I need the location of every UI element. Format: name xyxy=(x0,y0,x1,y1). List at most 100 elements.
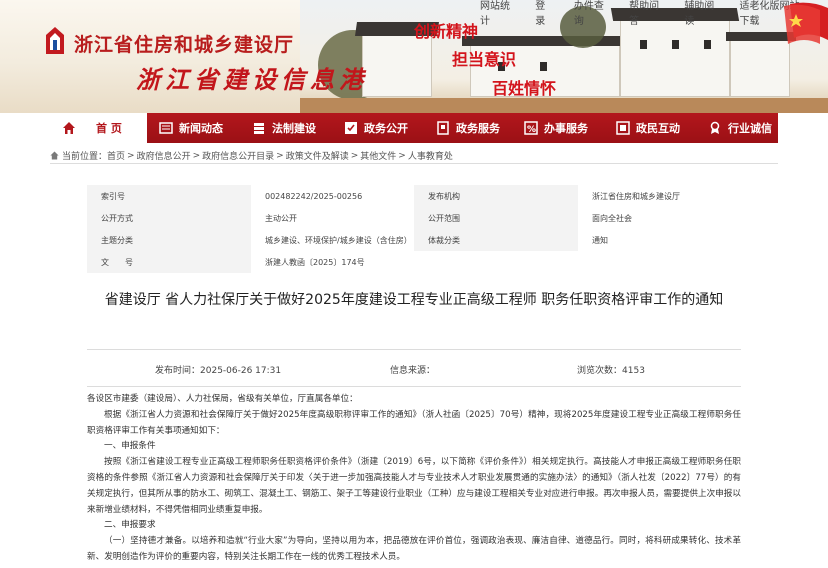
document-title: 省建设厅 省人力社保厅关于做好2025年度建设工程专业正高级工程师 职务任职资格… xyxy=(104,292,724,308)
meta-docno-value: 浙建人教函〔2025〕174号 xyxy=(265,257,365,267)
nav-service[interactable]: 政务服务 xyxy=(424,113,512,143)
svg-text:%: % xyxy=(527,125,536,135)
nav-open-gov-label: 政务公开 xyxy=(364,122,408,135)
body-paragraph: 根据《浙江省人力资源和社会保障厅关于做好2025年度高级职称评审工作的通知》（浙… xyxy=(87,409,741,436)
body-heading: 一、申报条件 xyxy=(104,441,156,452)
breadcrumb-catalog[interactable]: 政府信息公开目录 xyxy=(202,149,274,162)
breadcrumb-gov-info[interactable]: 政府信息公开 xyxy=(137,149,191,162)
banner-house xyxy=(362,35,432,97)
banner-ground xyxy=(300,98,828,113)
top-link-stats[interactable]: 网站统计 xyxy=(480,0,513,27)
meta-mode-value: 主动公开 xyxy=(265,213,297,223)
info-source: 信息来源： xyxy=(390,363,435,376)
law-icon xyxy=(254,123,264,134)
nav-credit[interactable]: 行业诚信 xyxy=(696,113,778,143)
view-count-value: 4153 xyxy=(622,366,645,376)
meta-scope-value: 面向全社会 xyxy=(592,213,632,223)
breadcrumb-separator: > xyxy=(350,150,359,161)
open-gov-icon xyxy=(345,122,357,134)
nav-law[interactable]: 法制建设 xyxy=(240,113,332,143)
site-slogan: 浙江省建设信息港 xyxy=(136,65,368,94)
meta-index-value: 002482242/2025-00256 xyxy=(265,191,363,201)
nav-interaction-label: 政民互动 xyxy=(636,122,680,135)
affairs-icon: % xyxy=(524,121,538,135)
meta-empty xyxy=(414,251,578,273)
breadcrumb-separator: > xyxy=(192,150,201,161)
meta-label: 文 号 xyxy=(87,251,251,273)
meta-label: 索引号 xyxy=(87,185,251,207)
publish-date-value: 2025-06-26 17:31 xyxy=(200,366,282,376)
info-source-label: 信息来源： xyxy=(390,366,436,376)
banner-roof xyxy=(462,36,628,46)
meta-label: 公开范围 xyxy=(414,207,578,229)
nav-open-gov[interactable]: 政务公开 xyxy=(332,113,424,143)
nav-news[interactable]: 新闻动态 xyxy=(147,113,240,143)
interaction-icon xyxy=(616,121,630,135)
nav-interaction[interactable]: 政民互动 xyxy=(604,113,696,143)
breadcrumb-hr-dept[interactable]: 人事教育处 xyxy=(408,149,453,162)
main-nav: 首 页 新闻动态 法制建设 政务公开 政务服务 % 办事服务 政民互动 行业诚信 xyxy=(50,113,778,143)
meta-issuer-value: 浙江省住房和城乡建设厅 xyxy=(592,191,680,201)
nav-home[interactable]: 首 页 xyxy=(50,113,147,143)
site-name: 浙江省住房和城乡建设厅 xyxy=(74,34,295,56)
table-row: 文 号 浙建人教函〔2025〕174号 xyxy=(87,251,741,273)
logo-icon xyxy=(46,27,64,54)
nav-affairs[interactable]: % 办事服务 xyxy=(512,113,604,143)
table-row: 公开方式 主动公开 公开范围 面向全社会 xyxy=(87,207,741,229)
banner-window xyxy=(672,40,679,49)
banner-house xyxy=(620,20,730,97)
nav-news-label: 新闻动态 xyxy=(179,122,223,135)
view-count: 浏览次数：4153 xyxy=(577,363,645,376)
breadcrumb-separator: > xyxy=(276,150,284,161)
meta-label: 公开方式 xyxy=(87,207,251,229)
motto-1: 创新精神 xyxy=(414,22,479,41)
body-paragraph: （一）坚持德才兼备。以培养和造就“行业大家”为导向，坚持以用为本，把品德放在评价… xyxy=(87,536,741,562)
body-paragraph: 按照《浙江省建设工程专业正高级工程师职务任职资格评价条件》（浙建〔2019〕6号… xyxy=(87,457,741,515)
meta-topic-value: 城乡建设、环境保护/城乡建设（含住房） xyxy=(265,235,412,245)
top-link-assist[interactable]: 辅助阅读 xyxy=(684,0,717,27)
motto-2: 担当意识 xyxy=(452,50,517,69)
top-link-query[interactable]: 办件查询 xyxy=(574,0,607,27)
body-heading: 二、申报要求 xyxy=(104,520,156,531)
credit-icon xyxy=(710,121,720,134)
view-count-label: 浏览次数： xyxy=(577,366,623,376)
banner-window xyxy=(540,62,547,71)
breadcrumb-policy[interactable]: 政策文件及解读 xyxy=(286,149,349,162)
document-info-bar: 发布时间：2025-06-26 17:31 信息来源： 浏览次数：4153 xyxy=(87,349,741,387)
nav-law-label: 法制建设 xyxy=(272,122,316,135)
nav-service-label: 政务服务 xyxy=(456,122,500,135)
meta-label: 主题分类 xyxy=(87,229,251,251)
breadcrumb: 当前位置： 首页 > 政府信息公开 > 政府信息公开目录 > 政策文件及解读 > 其他文… xyxy=(50,149,453,162)
body-salutation: 各设区市建委（建设局）、人力社保局，省级有关单位，厅直属各单位： xyxy=(87,394,358,404)
breadcrumb-separator: > xyxy=(398,150,406,161)
meta-genre-value: 通知 xyxy=(592,235,608,245)
top-link-login[interactable]: 登录 xyxy=(535,0,552,27)
motto-3: 百姓情怀 xyxy=(492,79,557,98)
header-banner: 网站统计 登录 办件查询 帮助问答 辅助阅读 适老化版网站下载 浙江省住房和城乡… xyxy=(0,0,828,113)
top-links: 网站统计 登录 办件查询 帮助问答 辅助阅读 适老化版网站下载 xyxy=(480,0,828,27)
publish-date: 发布时间：2025-06-26 17:31 xyxy=(155,363,281,376)
news-icon xyxy=(159,122,173,134)
flag-icon xyxy=(784,2,828,44)
home-icon xyxy=(50,151,59,160)
banner-window xyxy=(640,40,647,49)
document-meta-table: 索引号 002482242/2025-00256 发布机构 浙江省住房和城乡建设… xyxy=(87,185,741,273)
breadcrumb-home[interactable]: 首页 xyxy=(107,149,125,162)
table-row: 主题分类 城乡建设、环境保护/城乡建设（含住房） 体裁分类 通知 xyxy=(87,229,741,251)
divider xyxy=(50,163,778,164)
banner-window xyxy=(704,40,711,49)
meta-label: 体裁分类 xyxy=(414,229,578,251)
nav-home-label: 首 页 xyxy=(96,122,122,135)
nav-credit-label: 行业诚信 xyxy=(728,122,772,135)
table-row: 索引号 002482242/2025-00256 发布机构 浙江省住房和城乡建设… xyxy=(87,185,741,207)
home-icon xyxy=(63,122,75,134)
breadcrumb-other[interactable]: 其他文件 xyxy=(360,149,396,162)
nav-affairs-label: 办事服务 xyxy=(544,122,588,135)
meta-label: 发布机构 xyxy=(414,185,578,207)
breadcrumb-separator: > xyxy=(127,150,135,161)
service-icon xyxy=(437,121,449,135)
top-link-help[interactable]: 帮助问答 xyxy=(629,0,662,27)
publish-date-label: 发布时间： xyxy=(155,366,201,376)
meta-empty xyxy=(578,251,741,273)
breadcrumb-prefix: 当前位置： xyxy=(62,152,108,162)
